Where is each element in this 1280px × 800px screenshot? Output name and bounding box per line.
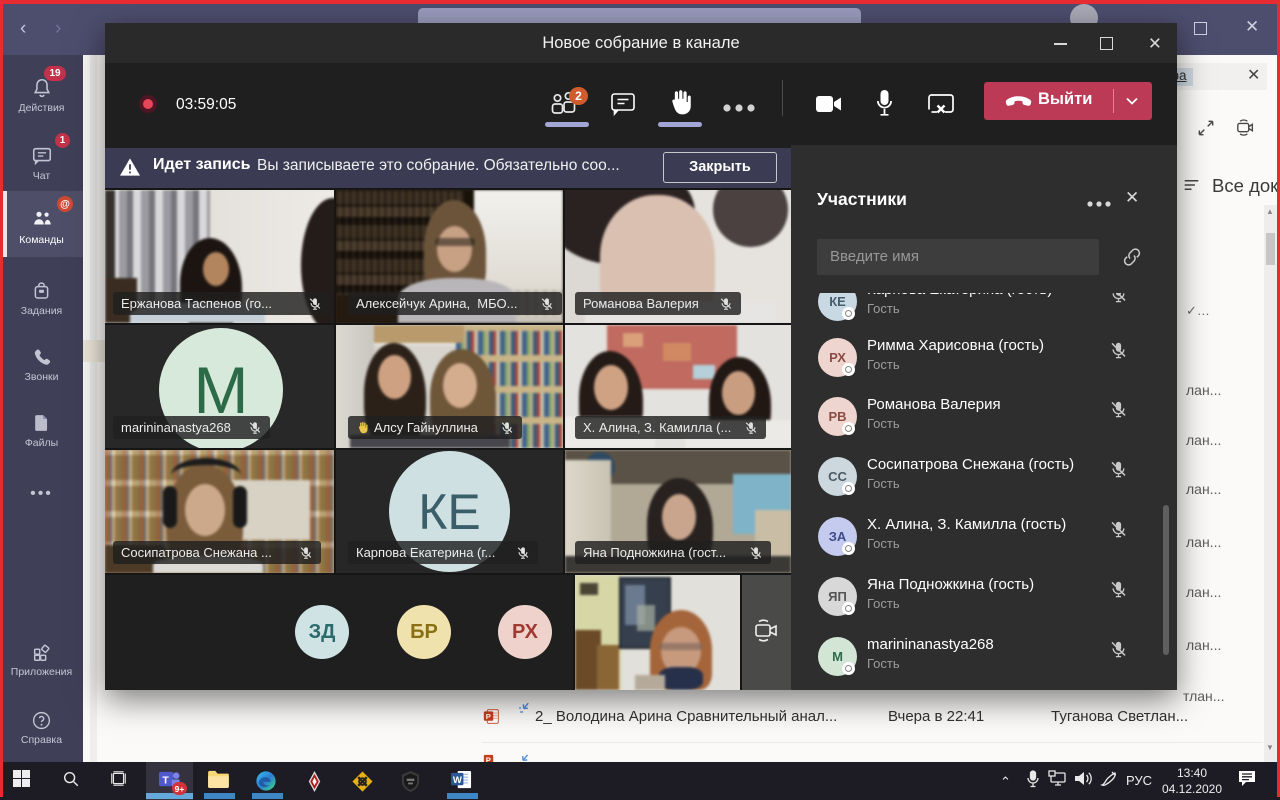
svg-text:T: T xyxy=(162,774,169,786)
svg-text:P: P xyxy=(486,712,491,721)
svg-text:W: W xyxy=(453,775,462,786)
